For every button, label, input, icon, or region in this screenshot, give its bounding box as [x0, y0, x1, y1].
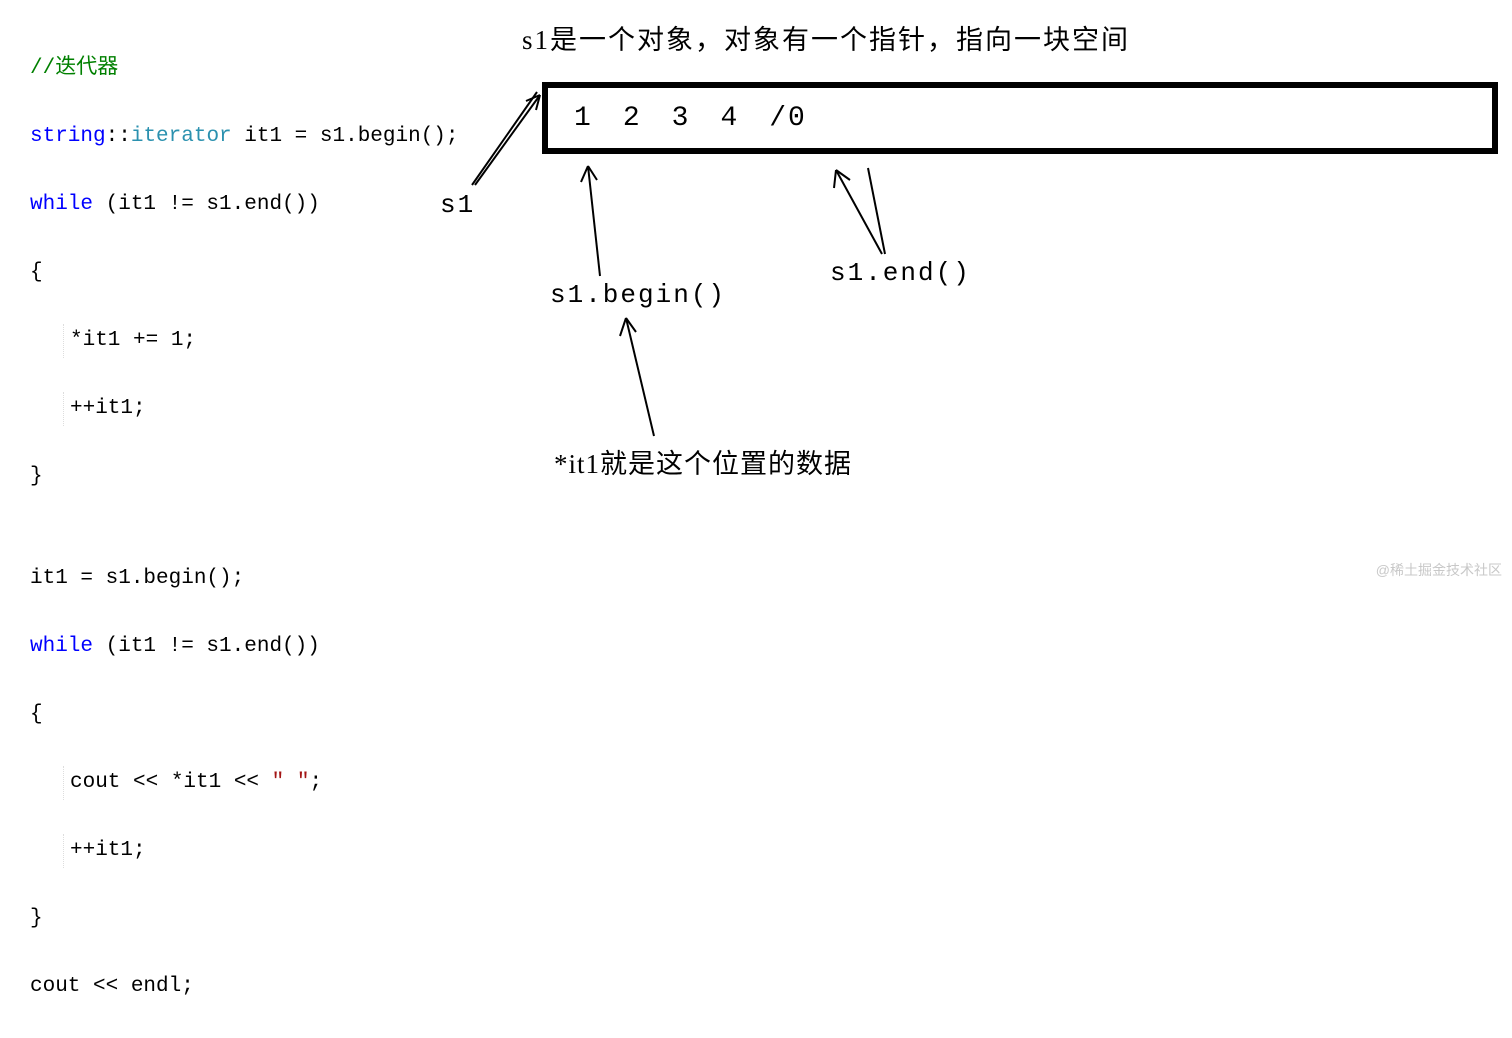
diagram-caption: s1是一个对象，对象有一个指针，指向一块空间 [522, 18, 1130, 57]
code-line: ++it1; [30, 834, 459, 868]
code-keyword: while [30, 635, 93, 658]
memory-cell: 3 [672, 103, 691, 134]
code-line: //迭代器 [30, 52, 459, 86]
memory-cell: /0 [769, 103, 807, 134]
code-line: cout << endl; [30, 970, 459, 1004]
label-it1-desc: *it1就是这个位置的数据 [554, 442, 852, 481]
label-end: s1.end() [830, 258, 971, 288]
code-line: } [30, 460, 459, 494]
code-text: :: [106, 125, 131, 148]
label-begin: s1.begin() [550, 280, 726, 310]
code-line: *it1 += 1; [30, 324, 459, 358]
code-line: ++it1; [30, 392, 459, 426]
code-block: //迭代器 string::iterator it1 = s1.begin();… [30, 18, 459, 1038]
code-text: (it1 != s1.end()) [93, 635, 320, 658]
code-text: it1 = s1.begin(); [232, 125, 459, 148]
code-keyword: while [30, 193, 93, 216]
code-text: ++it1; [70, 839, 146, 862]
code-text: cout << *it1 << [70, 771, 272, 794]
code-keyword: string [30, 125, 106, 148]
code-line: { [30, 256, 459, 290]
memory-box: 1 2 3 4 /0 [542, 82, 1498, 154]
memory-cell: 4 [720, 103, 739, 134]
code-line: while (it1 != s1.end()) [30, 630, 459, 664]
watermark: @稀土掘金技术社区 [1376, 560, 1502, 580]
label-s1: s1 [440, 190, 475, 220]
code-comment: //迭代器 [30, 57, 118, 80]
code-line: while (it1 != s1.end()) [30, 188, 459, 222]
code-text: (it1 != s1.end()) [93, 193, 320, 216]
code-line: it1 = s1.begin(); [30, 562, 459, 596]
code-line: cout << *it1 << " "; [30, 766, 459, 800]
code-text: ++it1; [70, 397, 146, 420]
code-text: *it1 += 1; [70, 329, 196, 352]
code-type: iterator [131, 125, 232, 148]
code-text: ; [309, 771, 322, 794]
code-string: " " [272, 771, 310, 794]
memory-cell: 1 [574, 103, 593, 134]
code-line: } [30, 902, 459, 936]
memory-cell: 2 [623, 103, 642, 134]
diagram-area: s1是一个对象，对象有一个指针，指向一块空间 1 2 3 4 /0 s1 s1.… [430, 0, 1510, 586]
code-line: { [30, 698, 459, 732]
code-line: string::iterator it1 = s1.begin(); [30, 120, 459, 154]
